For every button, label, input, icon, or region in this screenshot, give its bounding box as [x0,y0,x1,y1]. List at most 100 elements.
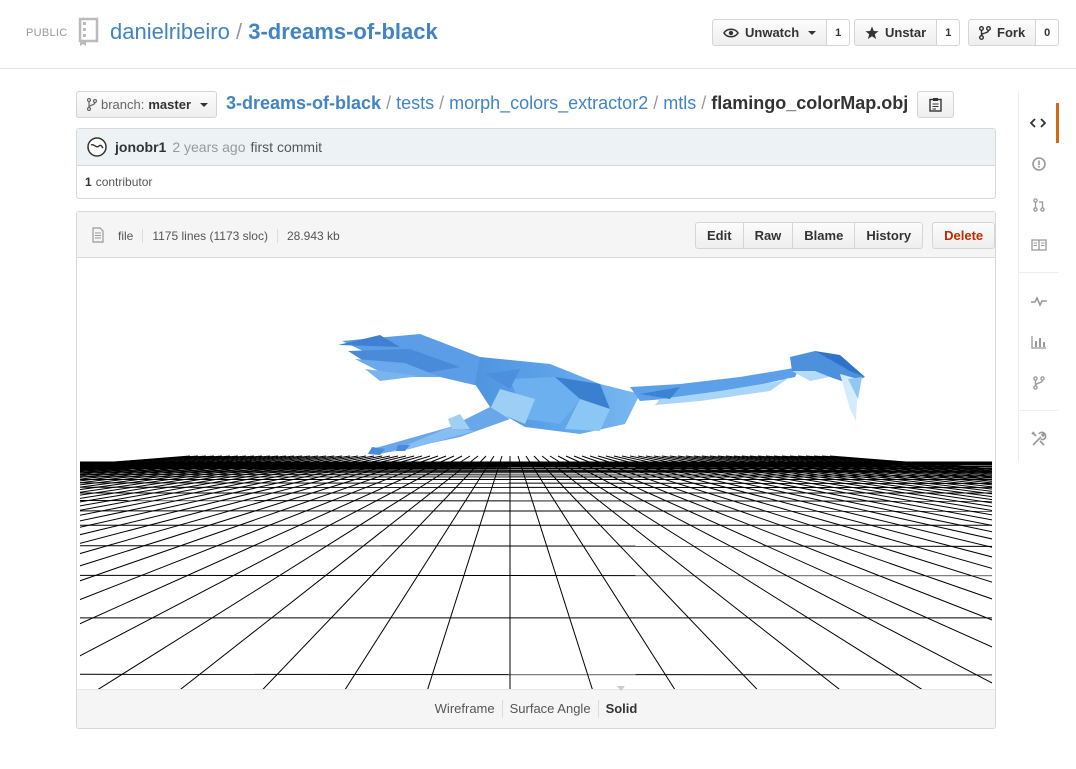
commit-message-link[interactable]: first commit [251,139,323,155]
grid-line [80,455,199,466]
watch-group: Unwatch 1 [712,19,851,46]
grid-line [344,455,495,689]
copy-path-button[interactable] [917,91,954,118]
clipboard-icon [929,98,942,112]
view-mode-surface-angle[interactable]: Surface Angle [501,700,598,718]
grid-line [80,455,431,567]
sidebar-item-code[interactable] [1019,103,1059,143]
contributors-row[interactable]: 1 contributor [77,166,995,198]
fork-label: Fork [997,25,1026,40]
fork-icon [979,25,991,40]
commit-timestamp: 2 years ago [172,139,246,155]
unwatch-label: Unwatch [745,25,800,40]
grid-line [813,455,992,472]
eye-icon [723,27,739,38]
branch-name: master [148,97,192,112]
grid-line [613,455,992,548]
sidebar-divider [1019,272,1059,273]
grid-line [80,455,223,469]
repo-name-link[interactable]: 3-dreams-of-black [248,19,438,44]
edit-button[interactable]: Edit [695,222,744,249]
pulse-icon [1031,296,1047,307]
wiki-icon [1031,239,1047,251]
breadcrumb-separator: / [653,93,659,113]
grid-line [517,455,593,689]
raw-button[interactable]: Raw [743,222,794,249]
breadcrumb-link-mtls[interactable]: mtls [663,93,696,113]
blame-button[interactable]: Blame [793,222,856,249]
graphs-icon [1031,336,1046,349]
grid-line [80,455,439,582]
stargazers-count[interactable]: 1 [937,19,961,46]
latest-commit-row: jonobr1 2 years ago first commit [77,129,995,166]
grid-line [80,500,992,502]
unstar-button[interactable]: Unstar [854,19,938,46]
breadcrumb: 3-dreams-of-black / tests / morph_colors_ext… [226,93,908,114]
unwatch-button[interactable]: Unwatch [712,19,828,46]
avatar[interactable] [87,137,107,157]
fork-button[interactable]: Fork [968,19,1037,46]
sidebar-item-pull-requests[interactable] [1019,185,1059,225]
file-header: file 1175 lines (1173 sloc) 28.943 kb Ed… [77,212,995,258]
watchers-count[interactable]: 1 [827,19,851,46]
grid-line [557,455,992,684]
sidebar-item-pulse[interactable] [1019,281,1059,321]
flamingo-model [338,334,865,455]
sidebar-item-graphs[interactable] [1019,322,1059,362]
visibility-label: PUBLIC [26,27,68,39]
unstar-label: Unstar [885,25,927,40]
file-box: file 1175 lines (1173 sloc) 28.943 kb Ed… [76,211,996,729]
view-mode-solid[interactable]: Solid [597,686,645,718]
sidebar-item-settings[interactable] [1019,419,1059,459]
grid-line [525,455,676,689]
grid-line [80,455,335,493]
breadcrumb-root-link[interactable]: 3-dreams-of-black [226,93,381,113]
grid-line [549,455,923,689]
grid-line [645,455,992,521]
grid-line [80,455,303,484]
ground-grid [80,455,992,689]
file-size: 28.943 kb [276,229,349,243]
repo-header: PUBLIC danielribeiro / 3-dreams-of-black… [0,0,1076,69]
grid-line [80,455,359,503]
repo-title-separator: / [235,19,243,44]
contributors-count: 1 [85,175,92,189]
repo-owner-link[interactable]: danielribeiro [110,19,230,44]
sidebar-divider [1019,410,1059,411]
sidebar-item-wiki[interactable] [1019,225,1059,265]
grid-line [262,455,487,689]
repo-icon [78,17,99,46]
3d-model-viewer[interactable] [80,259,992,689]
star-group: Unstar 1 [854,19,961,46]
3d-scene[interactable] [80,259,992,689]
grid-line [80,455,455,625]
grid-line [80,455,191,466]
commit-summary: jonobr1 2 years ago first commit 1 contr… [76,128,996,199]
grid-line [669,455,992,508]
star-icon [865,26,879,39]
file-type: file [118,229,134,243]
grid-line [80,455,463,657]
fork-group: Fork 0 [968,19,1060,46]
grid-line [80,455,423,555]
pull-request-icon [1033,198,1045,212]
delete-button[interactable]: Delete [932,222,995,249]
forks-count[interactable]: 0 [1036,19,1060,46]
branch-selector-button[interactable]: branch: master [76,91,217,118]
breadcrumb-link-tests[interactable]: tests [396,93,434,113]
file-text-icon [92,227,104,243]
sidebar-item-network[interactable] [1019,363,1059,403]
history-button[interactable]: History [855,222,924,249]
sidebar-item-issues[interactable] [1019,144,1059,184]
breadcrumb-link-morph-colors-extractor2[interactable]: morph_colors_extractor2 [449,93,648,113]
file-actions: Edit Raw Blame History Delete [695,222,995,249]
grid-line [765,455,992,479]
commit-author-link[interactable]: jonobr1 [115,139,166,155]
grid-line [80,455,351,499]
grid-line [80,455,343,496]
chevron-down-icon [808,30,817,35]
view-mode-wireframe[interactable]: Wireframe [428,700,502,718]
breadcrumb-current-file: flamingo_colorMap.obj [711,93,909,113]
grid-line [685,455,992,501]
breadcrumb-separator: / [439,93,445,113]
